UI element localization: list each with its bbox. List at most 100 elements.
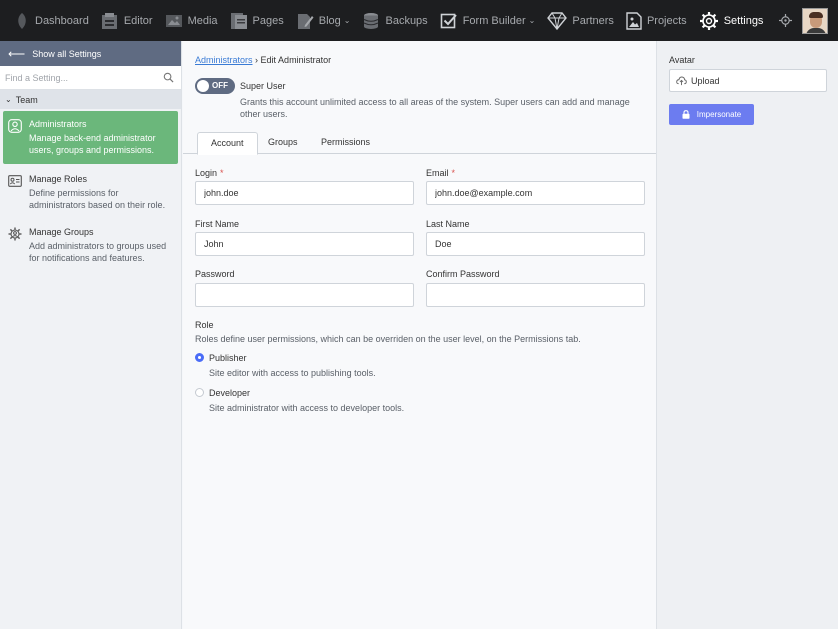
id-card-icon [8, 175, 22, 187]
nav-label: Form Builder [462, 14, 526, 27]
nav-blog[interactable]: Blog ⌄ [290, 0, 357, 41]
nav-label: Projects [646, 14, 687, 27]
editor-icon [101, 12, 117, 29]
breadcrumb: Administrators › Edit Administrator [195, 55, 331, 65]
last-name-field[interactable] [426, 232, 645, 256]
settings-sidebar: ⟵ Show all Settings ⌄ Team Administrator… [0, 41, 182, 629]
nav-partners[interactable]: Partners [541, 0, 620, 41]
impersonate-label: Impersonate [696, 110, 742, 119]
super-user-title: Super User [240, 81, 286, 91]
email-label: Email * [426, 168, 455, 178]
checkbox-icon [440, 13, 457, 28]
role-publisher-desc: Site editor with access to publishing to… [209, 368, 376, 378]
nav-label: Media [187, 14, 218, 27]
file-image-icon [626, 11, 642, 30]
required-marker: * [451, 168, 456, 178]
breadcrumb-link-administrators[interactable]: Administrators [195, 55, 253, 65]
nav-label: Partners [572, 14, 614, 27]
login-field[interactable] [195, 181, 414, 205]
settings-search [0, 66, 181, 90]
super-user-toggle[interactable]: OFF [195, 78, 235, 94]
image-icon [165, 14, 182, 27]
form-tabs: Account Groups Permissions [183, 132, 656, 155]
nav-label: Dashboard [35, 14, 89, 27]
breadcrumb-current: Edit Administrator [260, 55, 332, 65]
role-title: Role [195, 320, 214, 330]
database-icon [364, 12, 379, 29]
upload-label: Upload [691, 75, 720, 86]
sidebar-item-title: Manage Groups [29, 227, 94, 237]
avatar-label: Avatar [669, 55, 695, 65]
tab-permissions[interactable]: Permissions [308, 132, 383, 154]
chevron-down-icon: ⌄ [343, 16, 351, 25]
required-marker: * [220, 168, 224, 178]
sidebar-item-manage-groups[interactable]: Manage Groups Add administrators to grou… [0, 219, 181, 272]
leaf-icon [18, 12, 26, 29]
nav-label: Pages [252, 14, 284, 27]
tab-account[interactable]: Account [197, 132, 258, 155]
login-label-text: Login [195, 168, 218, 178]
sidebar-item-desc: Manage back-end administrator users, gro… [29, 133, 156, 155]
arrow-left-icon: ⟵ [8, 46, 26, 61]
lock-icon [682, 110, 690, 119]
toggle-knob [197, 80, 209, 92]
first-name-field[interactable] [195, 232, 414, 256]
show-all-settings-link[interactable]: ⟵ Show all Settings [0, 41, 181, 66]
nav-label: Backups [385, 14, 428, 27]
password-label: Password [195, 269, 235, 279]
role-developer-desc: Site administrator with access to develo… [209, 403, 405, 413]
avatar-panel: Avatar Upload Impersonate [656, 41, 838, 629]
sidebar-item-manage-roles[interactable]: Manage Roles Define permissions for admi… [0, 166, 181, 219]
diamond-icon [547, 11, 568, 30]
nav-settings[interactable]: Settings [693, 0, 770, 41]
breadcrumb-separator: › [255, 55, 259, 65]
role-developer-radio[interactable] [195, 388, 204, 397]
nav-projects[interactable]: Projects [620, 0, 693, 41]
search-icon[interactable] [163, 72, 174, 83]
nav-label: Editor [123, 14, 153, 27]
target-icon[interactable] [779, 14, 792, 27]
chevron-down-icon: ⌄ [528, 16, 536, 25]
nav-dashboard[interactable]: Dashboard [8, 0, 95, 41]
first-name-label: First Name [195, 219, 240, 229]
login-label: Login * [195, 168, 224, 178]
tab-groups[interactable]: Groups [255, 132, 311, 154]
group-team-header[interactable]: ⌄ Team [0, 90, 181, 109]
nav-backups[interactable]: Backups [356, 0, 433, 41]
top-navigation: Dashboard Editor Media Pages Blog ⌄ Back… [0, 0, 838, 41]
nav-label: Settings [723, 14, 764, 27]
search-input[interactable] [0, 66, 181, 90]
nav-right [779, 0, 828, 41]
confirm-password-field[interactable] [426, 283, 645, 307]
impersonate-button[interactable]: Impersonate [669, 104, 754, 125]
sidebar-item-administrators[interactable]: Administrators Manage back-end administr… [3, 111, 178, 164]
role-desc: Roles define user permissions, which can… [195, 334, 581, 344]
nav-pages[interactable]: Pages [224, 0, 290, 41]
group-label: Team [15, 94, 38, 105]
nav-media[interactable]: Media [159, 0, 224, 41]
sidebar-item-title: Manage Roles [29, 174, 88, 184]
chevron-down-icon: ⌄ [5, 95, 12, 104]
role-publisher-radio[interactable] [195, 353, 204, 362]
sidebar-item-desc: Define permissions for administrators ba… [29, 188, 166, 210]
main-content: Administrators › Edit Administrator OFF … [183, 41, 656, 629]
sidebar-item-desc: Add administrators to groups used for no… [29, 241, 167, 263]
role-developer-title[interactable]: Developer [209, 388, 250, 398]
password-field[interactable] [195, 283, 414, 307]
sidebar-item-title: Administrators [29, 119, 87, 129]
email-field[interactable] [426, 181, 645, 205]
upload-button[interactable]: Upload [669, 69, 827, 92]
email-label-text: Email [426, 168, 449, 178]
pen-icon [297, 13, 314, 29]
confirm-password-label: Confirm Password [426, 269, 500, 279]
cloud-upload-icon [676, 76, 687, 86]
gear-icon [699, 11, 718, 30]
nav-label: Blog [318, 14, 341, 27]
show-all-label: Show all Settings [32, 48, 102, 59]
users-gear-icon [8, 227, 22, 241]
user-avatar[interactable] [802, 7, 828, 34]
nav-editor[interactable]: Editor [95, 0, 159, 41]
nav-form-builder[interactable]: Form Builder ⌄ [434, 0, 542, 41]
role-publisher-title[interactable]: Publisher [209, 353, 247, 363]
user-circle-icon [8, 119, 22, 133]
